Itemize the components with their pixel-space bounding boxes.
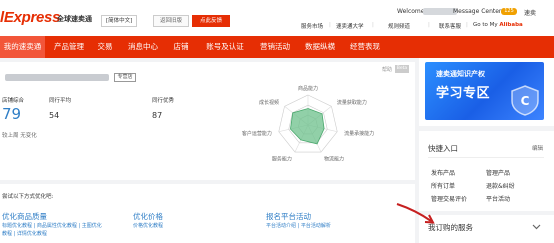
- feedback-button[interactable]: 点此反馈: [192, 15, 230, 27]
- aliexpress-logo[interactable]: lExpress: [0, 9, 60, 26]
- quick-entry-title: 快捷入口: [428, 144, 458, 153]
- nav-orders[interactable]: 交易: [91, 36, 119, 58]
- welcome-text: Welcome,: [397, 8, 427, 15]
- radar-label: 流量获取能力: [337, 99, 367, 106]
- message-center-link[interactable]: Message Center: [453, 8, 501, 15]
- nav-products[interactable]: 产品管理: [48, 36, 90, 58]
- radar-label: 流量承接能力: [344, 130, 374, 137]
- help-link[interactable]: 帮助: [382, 66, 392, 73]
- peer-excellent-score: 87: [152, 111, 163, 120]
- divider: |: [428, 22, 430, 28]
- peer-average-score: 54: [49, 111, 60, 120]
- quick-link-activities[interactable]: 平台活动: [486, 194, 510, 203]
- university-link[interactable]: 速卖通大学: [336, 22, 364, 30]
- user-name-blurred[interactable]: [423, 8, 457, 15]
- banner-subtitle: 速卖通知识产权: [436, 70, 485, 78]
- radar-label: 商品能力: [298, 85, 318, 92]
- divider: |: [466, 22, 468, 28]
- service-market-link[interactable]: 服务市场: [301, 22, 323, 30]
- top-right-link[interactable]: 速卖: [524, 8, 536, 17]
- store-overall-score: 79: [2, 105, 22, 123]
- annotation-arrow-icon: [396, 203, 435, 224]
- nav-store[interactable]: 店铺: [167, 36, 195, 58]
- improve-panel: [0, 184, 415, 243]
- radar-label: 成长视频: [259, 99, 279, 106]
- divider: [428, 157, 544, 158]
- radar-label: 客户运营能力: [242, 130, 272, 137]
- optimize-quality-link[interactable]: 优化商品质量: [2, 211, 47, 222]
- improve-intro: 尝试以下方式优化吧:: [2, 194, 54, 200]
- nav-marketing[interactable]: 营销活动: [254, 36, 296, 58]
- nav-performance[interactable]: 经营表现: [344, 36, 386, 58]
- peer-excellent-label: 同行优秀: [152, 98, 175, 104]
- chevron-down-icon[interactable]: [532, 223, 541, 230]
- quick-link-all-orders[interactable]: 所有订单: [431, 181, 455, 190]
- rules-link[interactable]: 规则频道: [388, 22, 410, 30]
- score-radar-chart: 商品能力流量获取能力流量承接能力物流能力 服务能力 客户运营能力 成长视频: [242, 85, 374, 162]
- store-overall-label: 店铺综合: [2, 98, 25, 104]
- language-select[interactable]: [简体中文]: [101, 15, 138, 27]
- svg-text:C: C: [521, 94, 530, 108]
- join-activity-link[interactable]: 报名平台活动: [266, 211, 311, 222]
- divider: |: [329, 22, 331, 28]
- optimize-price-link[interactable]: 优化价格: [133, 211, 163, 222]
- my-alibaba-link[interactable]: Go to My Alibaba: [473, 22, 523, 28]
- banner-title: 学习专区: [436, 86, 491, 101]
- contact-link[interactable]: 联系客服: [439, 22, 461, 30]
- nav-dashboard[interactable]: 我的速卖通: [0, 36, 45, 58]
- shop-name-blurred: [5, 74, 109, 81]
- radar-label: 物流能力: [324, 155, 344, 162]
- divider: |: [372, 22, 374, 28]
- back-old-version-button[interactable]: 返回旧版: [153, 15, 189, 27]
- beta-badge: Beta: [395, 65, 409, 73]
- quick-link-refunds[interactable]: 退款&纠纷: [486, 181, 515, 190]
- activity-tutorials[interactable]: 平台活动介绍 | 平台活动解析: [266, 222, 331, 229]
- shield-icon: C: [511, 85, 539, 116]
- peer-average-label: 同行平均: [49, 98, 72, 104]
- quality-tutorials-more[interactable]: 教程 | 详情优化教程: [2, 230, 47, 237]
- quick-link-publish[interactable]: 发布产品: [431, 168, 455, 177]
- nav-account[interactable]: 账号及认证: [199, 36, 251, 58]
- radar-score-area: [290, 108, 325, 145]
- quick-link-manage-products[interactable]: 管理产品: [486, 168, 510, 177]
- main-nav: 我的速卖通 产品管理 交易 消息中心 店铺 账号及认证 营销活动 数据纵横 经营…: [0, 36, 554, 58]
- nav-data[interactable]: 数据纵横: [299, 36, 341, 58]
- quality-tutorials[interactable]: 标题优化教程 | 商品属性优化教程 | 主图优化: [2, 222, 102, 229]
- logo-subtitle: 全球速卖通: [57, 15, 92, 23]
- week-change-text: 较上周 无变化: [2, 133, 37, 139]
- message-count-badge: 125: [501, 8, 517, 15]
- radar-label: 服务能力: [272, 155, 292, 162]
- price-tutorial[interactable]: 价格优化教程: [133, 222, 163, 229]
- quick-entry-edit[interactable]: 编辑: [532, 144, 543, 152]
- shop-type-tag: 专营店: [114, 73, 136, 82]
- nav-messages[interactable]: 消息中心: [122, 36, 164, 58]
